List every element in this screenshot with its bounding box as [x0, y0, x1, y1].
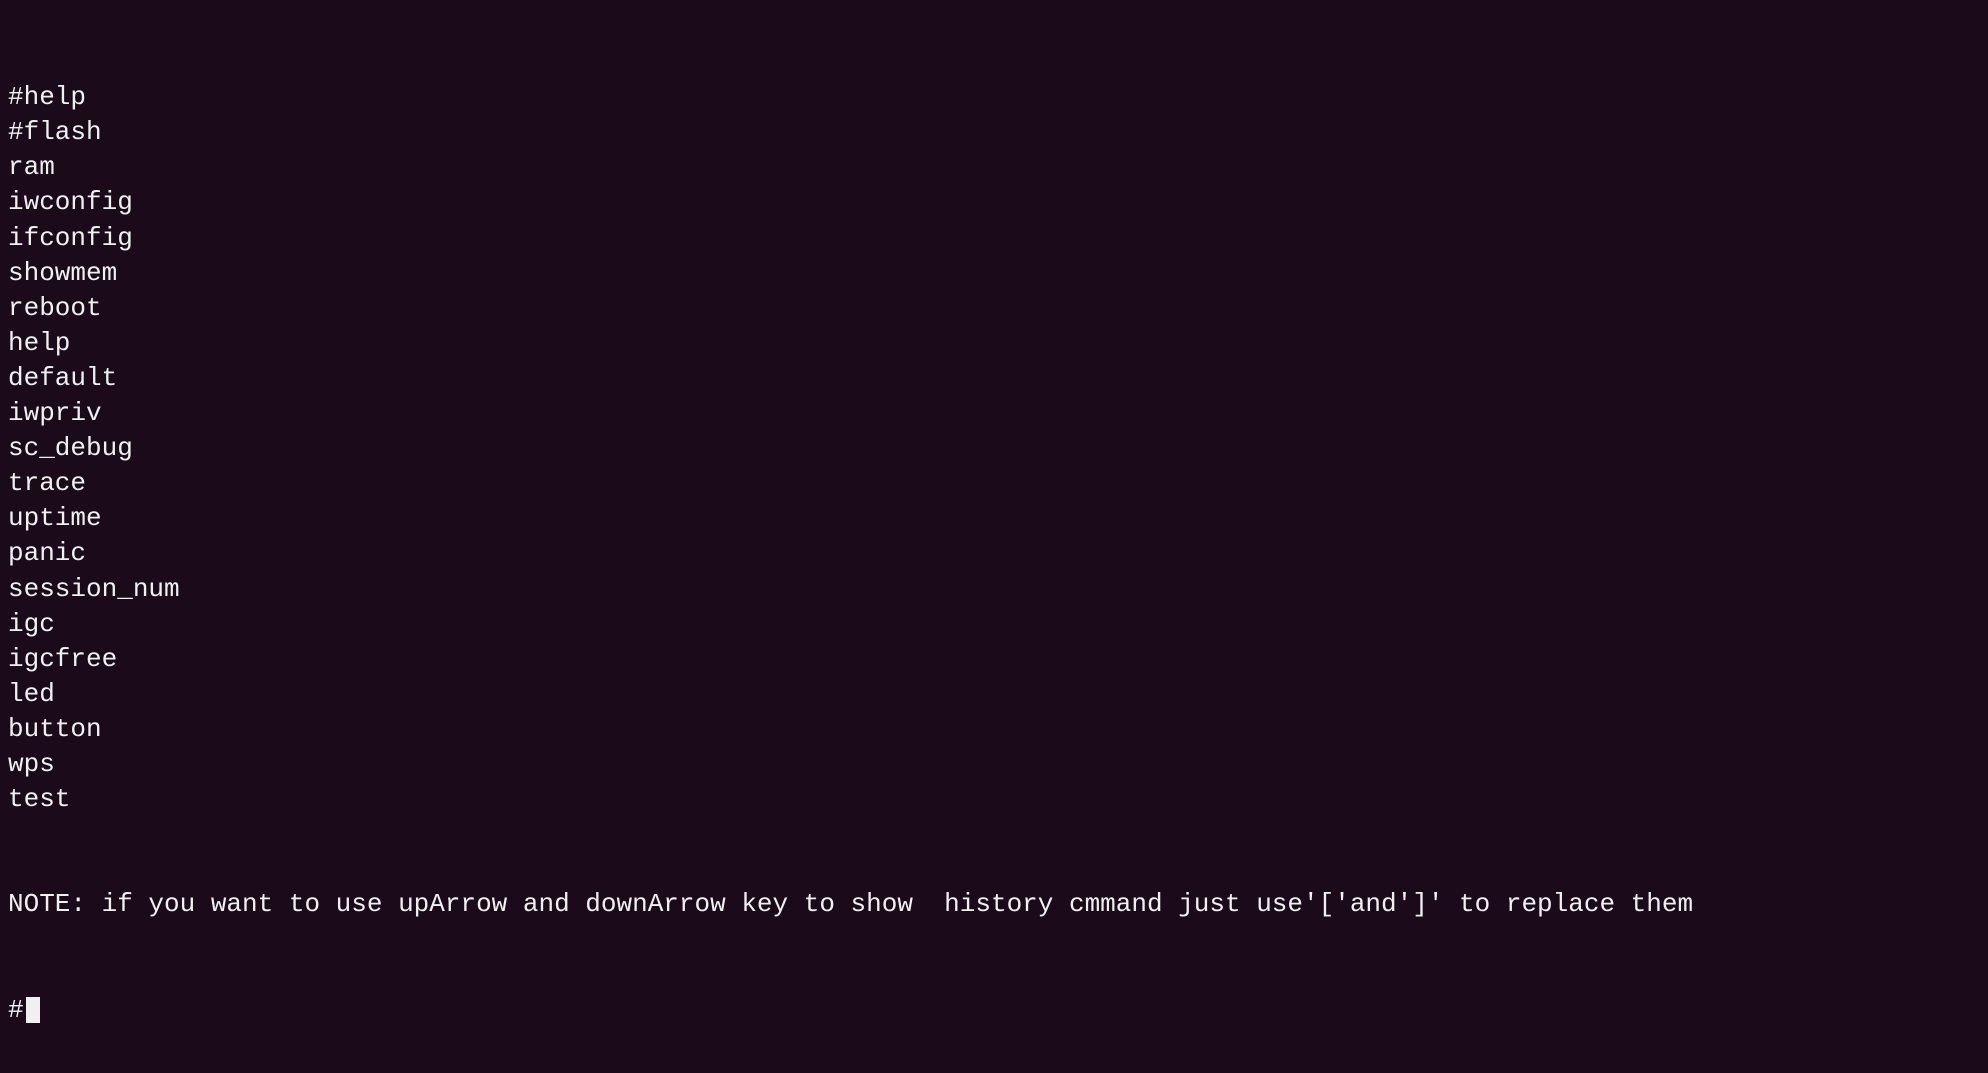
command-item: showmem — [8, 256, 1980, 291]
command-item: button — [8, 712, 1980, 747]
cursor — [26, 997, 40, 1023]
command-item: test — [8, 782, 1980, 817]
command-item: led — [8, 677, 1980, 712]
command-item: #flash — [8, 115, 1980, 150]
command-item: ram — [8, 150, 1980, 185]
prompt-symbol: # — [8, 993, 24, 1028]
command-item: help — [8, 326, 1980, 361]
command-item: #help — [8, 80, 1980, 115]
command-item: sc_debug — [8, 431, 1980, 466]
command-item: reboot — [8, 291, 1980, 326]
command-item: trace — [8, 466, 1980, 501]
command-list: #help#flashramiwconfigifconfigshowmemreb… — [8, 80, 1980, 817]
terminal-output: #help#flashramiwconfigifconfigshowmemreb… — [8, 10, 1980, 1063]
command-item: wps — [8, 747, 1980, 782]
command-item: iwpriv — [8, 396, 1980, 431]
prompt-line: # — [8, 993, 1980, 1028]
command-item: uptime — [8, 501, 1980, 536]
command-item: iwconfig — [8, 185, 1980, 220]
command-item: panic — [8, 536, 1980, 571]
note-line: NOTE: if you want to use upArrow and dow… — [8, 887, 1980, 922]
command-item: igcfree — [8, 642, 1980, 677]
command-item: igc — [8, 607, 1980, 642]
command-item: session_num — [8, 572, 1980, 607]
command-item: ifconfig — [8, 221, 1980, 256]
command-item: default — [8, 361, 1980, 396]
